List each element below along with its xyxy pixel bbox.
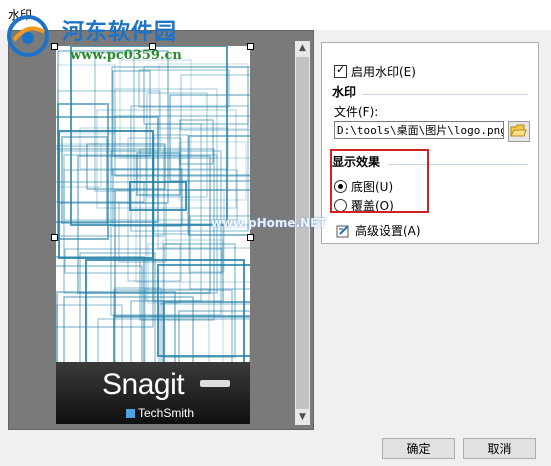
site-logo-icon (7, 15, 49, 57)
section-divider (362, 94, 528, 95)
preview-page: Snagit TechSmith (56, 46, 250, 424)
file-path-input[interactable]: D:\tools\桌面\图片\logo.png (334, 121, 504, 139)
pattern-rect (57, 64, 116, 134)
enable-watermark-label: 启用水印(E) (351, 65, 416, 79)
snagit-logo-text: Snagit (102, 368, 185, 401)
techsmith-logo: TechSmith (126, 406, 194, 420)
resize-handle-middle-right[interactable] (247, 234, 254, 241)
pattern-rect (61, 136, 108, 224)
cancel-button[interactable]: 取消 (463, 438, 536, 459)
techsmith-text: TechSmith (138, 406, 195, 420)
snagit-banner: Snagit TechSmith (56, 362, 250, 424)
pattern-rect (153, 134, 189, 235)
browse-folder-button[interactable] (508, 121, 530, 142)
folder-icon (510, 124, 527, 137)
site-watermark-text: www.pHome.NET (211, 216, 327, 230)
advanced-settings-label: 高级设置(A) (355, 224, 421, 238)
ok-button[interactable]: 确定 (382, 438, 455, 459)
advanced-settings-button[interactable]: 高级设置(A) (336, 222, 421, 239)
preview-area: Snagit TechSmith ▲ ▼ (8, 30, 314, 430)
pattern-rect (158, 63, 249, 130)
pen-icon (200, 380, 230, 387)
section-watermark-title: 水印 (332, 85, 357, 99)
file-label: 文件(F): (334, 105, 379, 119)
check-icon: ✓ (336, 63, 346, 76)
resize-handle-top-right[interactable] (247, 43, 254, 50)
scrollbar-thumb[interactable] (296, 57, 309, 409)
highlight-box (330, 149, 429, 213)
pattern-rect (96, 109, 237, 209)
settings-icon (336, 224, 349, 237)
site-url: www.pc0359.cn (70, 48, 182, 63)
pattern-rect (56, 304, 123, 366)
resize-handle-top-left[interactable] (51, 43, 58, 50)
pattern-rect (113, 315, 250, 366)
resize-handle-middle-left[interactable] (51, 234, 58, 241)
enable-watermark-checkbox[interactable]: ✓ 启用水印(E) (334, 63, 416, 80)
options-panel: ✓ 启用水印(E) 水印 文件(F): D:\tools\桌面\图片\logo.… (321, 42, 539, 244)
site-name: 河东软件园 (62, 19, 178, 45)
scroll-down-icon[interactable]: ▼ (295, 410, 310, 425)
preview-scrollbar[interactable]: ▲ ▼ (295, 41, 310, 425)
scroll-up-icon[interactable]: ▲ (295, 41, 310, 56)
checkbox-box[interactable]: ✓ (334, 63, 347, 78)
techsmith-icon (126, 409, 135, 418)
watermark-pattern (56, 46, 250, 366)
